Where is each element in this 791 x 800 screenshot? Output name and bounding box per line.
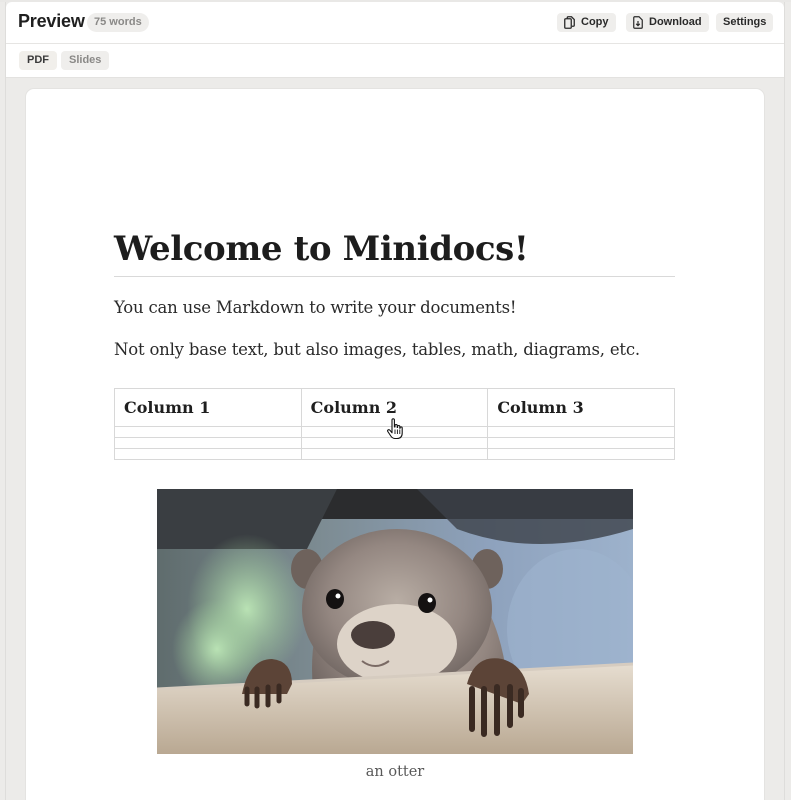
table-cell [487,448,675,460]
document-page: Welcome to Minidocs! You can use Markdow… [26,89,764,800]
preview-panel: Preview 75 words Copy Download Settings … [5,2,785,800]
paragraph: Not only base text, but also images, tab… [114,340,640,359]
paragraph: You can use Markdown to write your docum… [114,298,517,317]
download-button-label: Download [649,16,702,28]
file-download-icon [633,16,643,29]
table-row [114,448,675,460]
copy-button[interactable]: Copy [557,13,616,32]
table-cell [487,437,675,449]
document-title: Welcome to Minidocs! [114,229,529,269]
table-header-cell: Column 1 [114,388,302,427]
tab-slides[interactable]: Slides [61,51,110,70]
tab-pdf[interactable]: PDF [19,51,57,70]
preview-header: Preview 75 words Copy Download Settings [6,2,784,44]
otter-image [157,489,633,754]
table-header-cell: Column 3 [487,388,675,427]
table-cell [300,448,489,460]
copy-icon [564,16,575,29]
word-count-badge: 75 words [87,13,149,32]
download-button[interactable]: Download [626,13,709,32]
table-cell [114,426,302,438]
image-caption: an otter [365,764,425,780]
panel-title: Preview [18,11,85,31]
copy-button-label: Copy [581,16,609,28]
table-cell [487,426,675,438]
table-cell [114,437,302,449]
hand-pointer-icon [386,418,404,440]
settings-button[interactable]: Settings [716,13,774,32]
preview-tab-bar: PDF Slides [6,44,784,78]
table-cell [114,448,302,460]
title-divider [114,276,675,277]
app-window: Preview 75 words Copy Download Settings … [0,0,791,800]
